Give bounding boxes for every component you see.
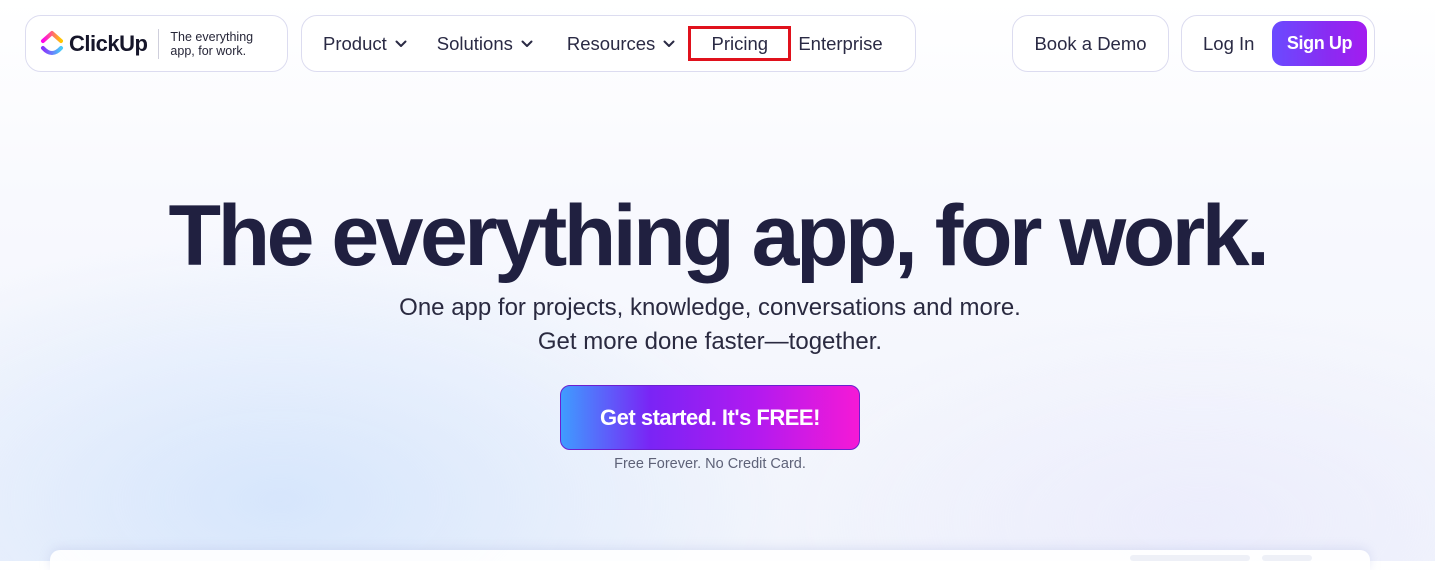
brand-tagline: The everything app, for work.	[170, 30, 270, 58]
chevron-down-icon	[395, 40, 407, 47]
nav-item-label: Enterprise	[798, 32, 883, 54]
brand-divider	[158, 28, 160, 59]
auth-pill: Log In Sign Up	[1181, 15, 1375, 72]
nav-item-solutions[interactable]: Solutions	[437, 33, 533, 55]
nav-item-label: Product	[323, 32, 387, 54]
preview-decor-bar	[1130, 555, 1250, 561]
nav-item-pricing[interactable]: Pricing	[688, 26, 792, 61]
nav-item-enterprise[interactable]: Enterprise	[798, 33, 882, 55]
cta-note: Free Forever. No Credit Card.	[614, 456, 806, 472]
book-demo-button[interactable]: Book a Demo	[1012, 15, 1169, 72]
chevron-down-icon	[663, 40, 675, 47]
clickup-logo-icon	[41, 30, 63, 55]
signup-button[interactable]: Sign Up	[1272, 21, 1367, 66]
brand-pill[interactable]: ClickUp The everything app, for work.	[25, 15, 288, 72]
hero-title: The everything app, for work.	[168, 188, 1270, 284]
chevron-down-icon	[521, 40, 533, 47]
brand-tagline-line2: app, for work.	[170, 43, 247, 58]
preview-decor-bar	[1262, 555, 1312, 561]
nav-item-resources[interactable]: Resources	[567, 33, 675, 55]
brand-tagline-line1: The everything	[170, 29, 254, 44]
nav-item-label: Solutions	[436, 32, 513, 54]
nav-item-label: Resources	[566, 32, 656, 54]
hero-subtitle: One app for projects, knowledge, convers…	[0, 291, 1420, 359]
login-button[interactable]: Log In	[1203, 33, 1254, 55]
hero-subtitle-line2: Get more done faster—together.	[537, 328, 883, 355]
nav-item-product[interactable]: Product	[323, 33, 407, 55]
hero-subtitle-line1: One app for projects, knowledge, convers…	[399, 294, 1021, 321]
nav-item-label: Pricing	[711, 32, 769, 54]
main-nav: Product Solutions Resources Pricing Ente…	[301, 15, 916, 72]
brand-name: ClickUp	[69, 30, 148, 56]
get-started-button[interactable]: Get started. It's FREE!	[560, 385, 860, 450]
